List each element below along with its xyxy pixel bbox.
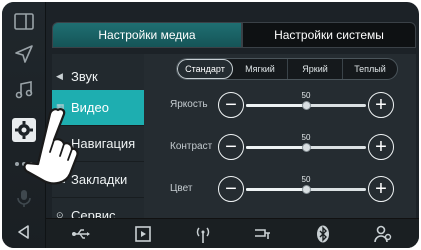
- contrast-fill: [246, 146, 306, 149]
- contrast-row: Контраст − 50 +: [144, 128, 416, 168]
- brightness-label: Яркость: [170, 99, 208, 110]
- usb-icon[interactable]: [70, 223, 92, 245]
- color-knob[interactable]: [302, 185, 311, 194]
- color-fill: [246, 188, 306, 191]
- color-row: Цвет − 50 +: [144, 170, 416, 210]
- contrast-increase-button[interactable]: +: [368, 134, 394, 160]
- menu-item-label: Навигация: [71, 136, 136, 151]
- brightness-increase-button[interactable]: +: [368, 92, 394, 118]
- video-file-icon[interactable]: [132, 223, 154, 245]
- contacts-icon[interactable]: [372, 223, 394, 245]
- back-icon[interactable]: [12, 220, 36, 244]
- brightness-decrease-button[interactable]: −: [218, 92, 244, 118]
- brightness-slider[interactable]: [246, 101, 366, 110]
- color-value: 50: [301, 175, 311, 184]
- brightness-value: 50: [301, 91, 311, 100]
- bluetooth-icon[interactable]: [312, 223, 334, 245]
- aux-icon[interactable]: [252, 223, 274, 245]
- contrast-knob[interactable]: [302, 143, 311, 152]
- brightness-fill: [246, 104, 306, 107]
- brightness-row: Яркость − 50 +: [144, 86, 416, 126]
- music-icon[interactable]: [12, 78, 36, 102]
- contrast-slider[interactable]: [246, 143, 366, 152]
- preset-soft[interactable]: Мягкий: [233, 59, 288, 79]
- brightness-knob[interactable]: [302, 101, 311, 110]
- radio-icon[interactable]: [192, 223, 214, 245]
- preset-bright[interactable]: Яркий: [288, 59, 343, 79]
- source-bar: [46, 218, 419, 248]
- color-label: Цвет: [170, 183, 193, 194]
- contrast-value: 50: [301, 133, 311, 142]
- microphone-icon[interactable]: [12, 186, 36, 210]
- split-screen-icon[interactable]: [12, 10, 36, 34]
- tab-system-settings[interactable]: Настройки системы: [242, 22, 416, 48]
- picture-preset-selector: Стандарт Мягкий Яркий Теплый: [176, 58, 398, 80]
- contrast-label: Контраст: [170, 141, 213, 152]
- preset-standard[interactable]: Стандарт: [177, 59, 233, 79]
- pointer-hand-icon: [23, 108, 79, 185]
- menu-item-label: Звук: [71, 69, 98, 84]
- navigation-arrow-icon[interactable]: [12, 42, 36, 66]
- contrast-decrease-button[interactable]: −: [218, 134, 244, 160]
- settings-tabs: Настройки медиа Настройки системы: [52, 22, 416, 48]
- preset-warm[interactable]: Теплый: [343, 59, 397, 79]
- color-slider[interactable]: [246, 185, 366, 194]
- color-decrease-button[interactable]: −: [218, 176, 244, 202]
- color-increase-button[interactable]: +: [368, 176, 394, 202]
- speaker-icon: ◀: [56, 71, 63, 81]
- tab-media-settings[interactable]: Настройки медиа: [52, 22, 242, 48]
